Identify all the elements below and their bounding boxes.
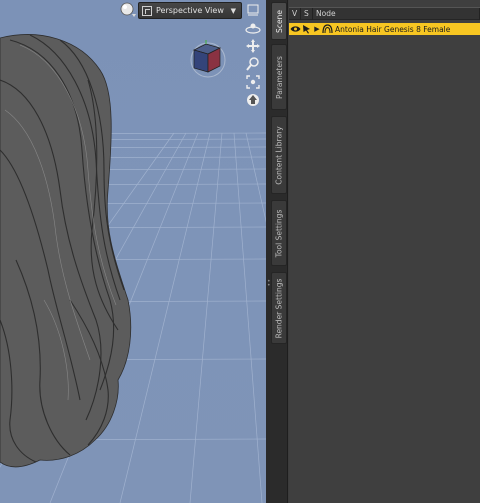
scene-column-header: V S Node [289,7,480,20]
camera-selector-icon[interactable] [119,1,137,19]
frame-icon[interactable] [244,74,262,90]
column-selectable[interactable]: S [301,8,313,20]
align-icon[interactable] [244,2,262,18]
home-icon[interactable] [244,92,262,108]
expand-arrow-icon[interactable]: ▶ [313,25,321,33]
tab-parameters[interactable]: Parameters [271,44,287,110]
eye-icon[interactable] [289,23,301,35]
navigation-tools [242,2,264,110]
pane-tab-bar: Scene Parameters Content Library Tool Se… [270,0,288,503]
view-cube[interactable] [186,38,230,82]
view-dropdown-label: Perspective View [156,6,224,15]
tab-parameters-label: Parameters [274,55,284,99]
column-node[interactable]: Node [313,8,480,20]
tab-tool-settings-label: Tool Settings [274,209,284,257]
tab-render-settings-label: Render Settings [274,278,284,338]
perspective-view-icon [142,5,152,16]
scene-node-row[interactable]: ▶ Antonia Hair Genesis 8 Female [289,23,480,35]
view-dropdown[interactable]: Perspective View ▼ [138,2,242,19]
tab-scene-label: Scene [274,9,284,33]
tab-tool-settings[interactable]: Tool Settings [271,200,287,266]
tab-content-library-label: Content Library [274,125,284,185]
selectable-pointer-icon[interactable] [301,23,313,35]
hair-figure-icon [321,23,333,35]
tab-content-library[interactable]: Content Library [271,116,287,194]
scene-node-label: Antonia Hair Genesis 8 Female [335,24,451,34]
tab-render-settings[interactable]: Render Settings [271,272,287,344]
viewport-3d[interactable]: Perspective View ▼ [0,0,266,503]
chevron-down-icon: ▼ [230,7,236,15]
tab-scene[interactable]: Scene [271,2,287,40]
scene-pane: V S Node ▶ Antonia Hair Genesis 8 Female [289,0,480,503]
orbit-icon[interactable] [244,20,262,36]
zoom-icon[interactable] [244,56,262,72]
pan-icon[interactable] [244,38,262,54]
column-visible[interactable]: V [289,8,301,20]
